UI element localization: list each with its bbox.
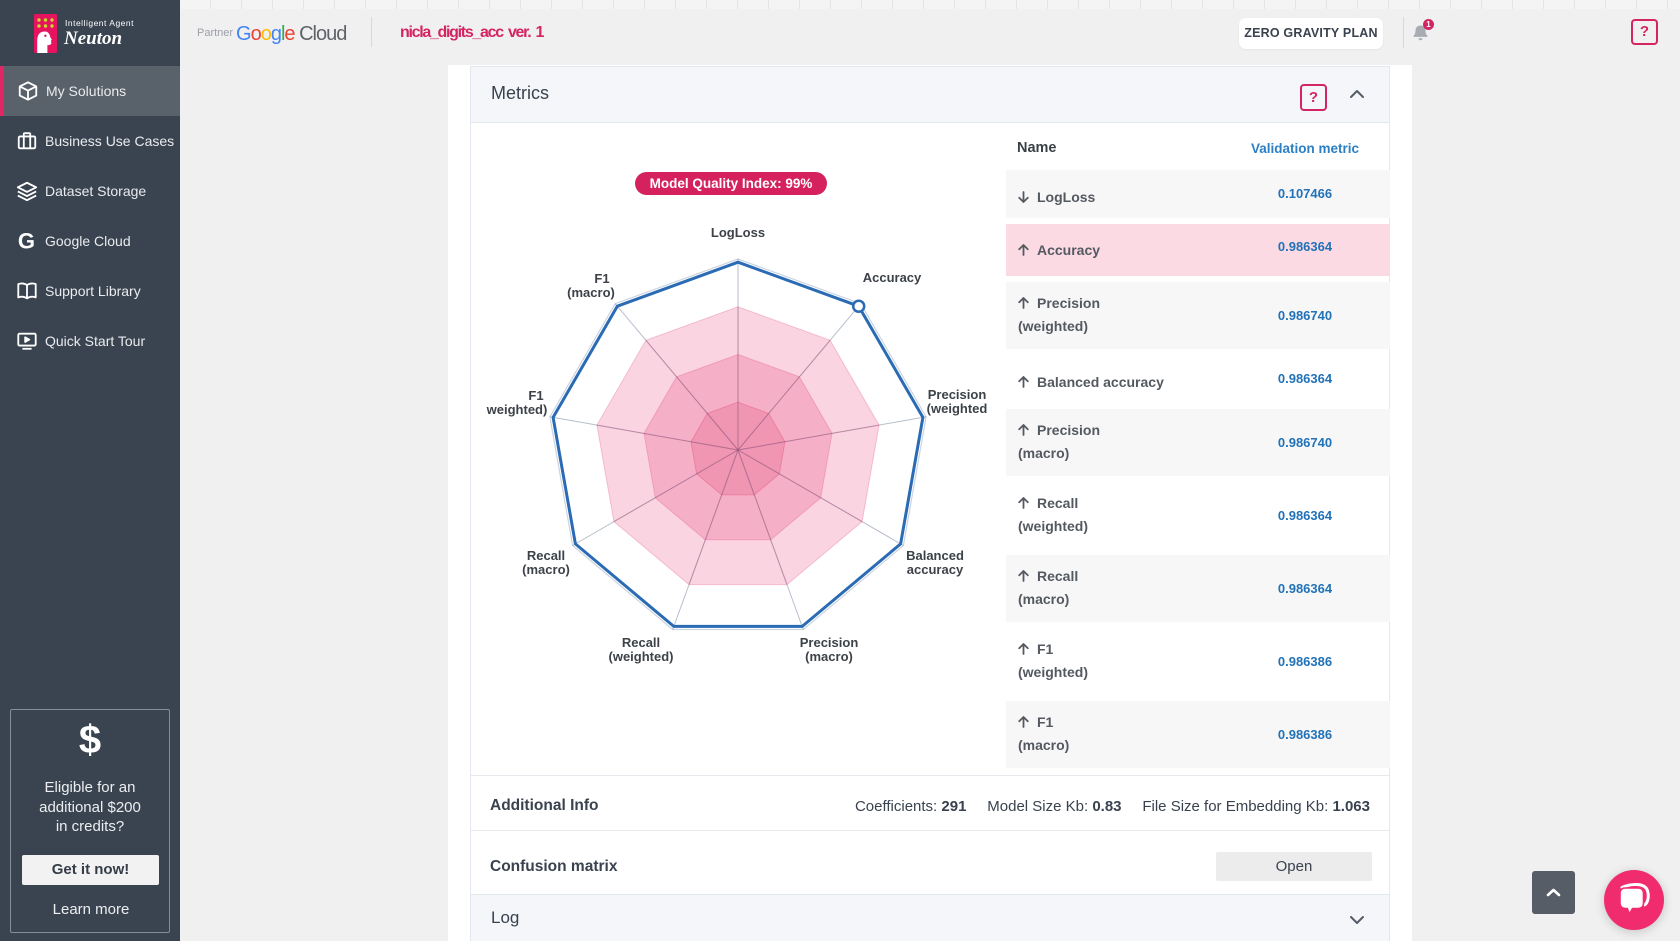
svg-text:G: G [18, 230, 35, 252]
